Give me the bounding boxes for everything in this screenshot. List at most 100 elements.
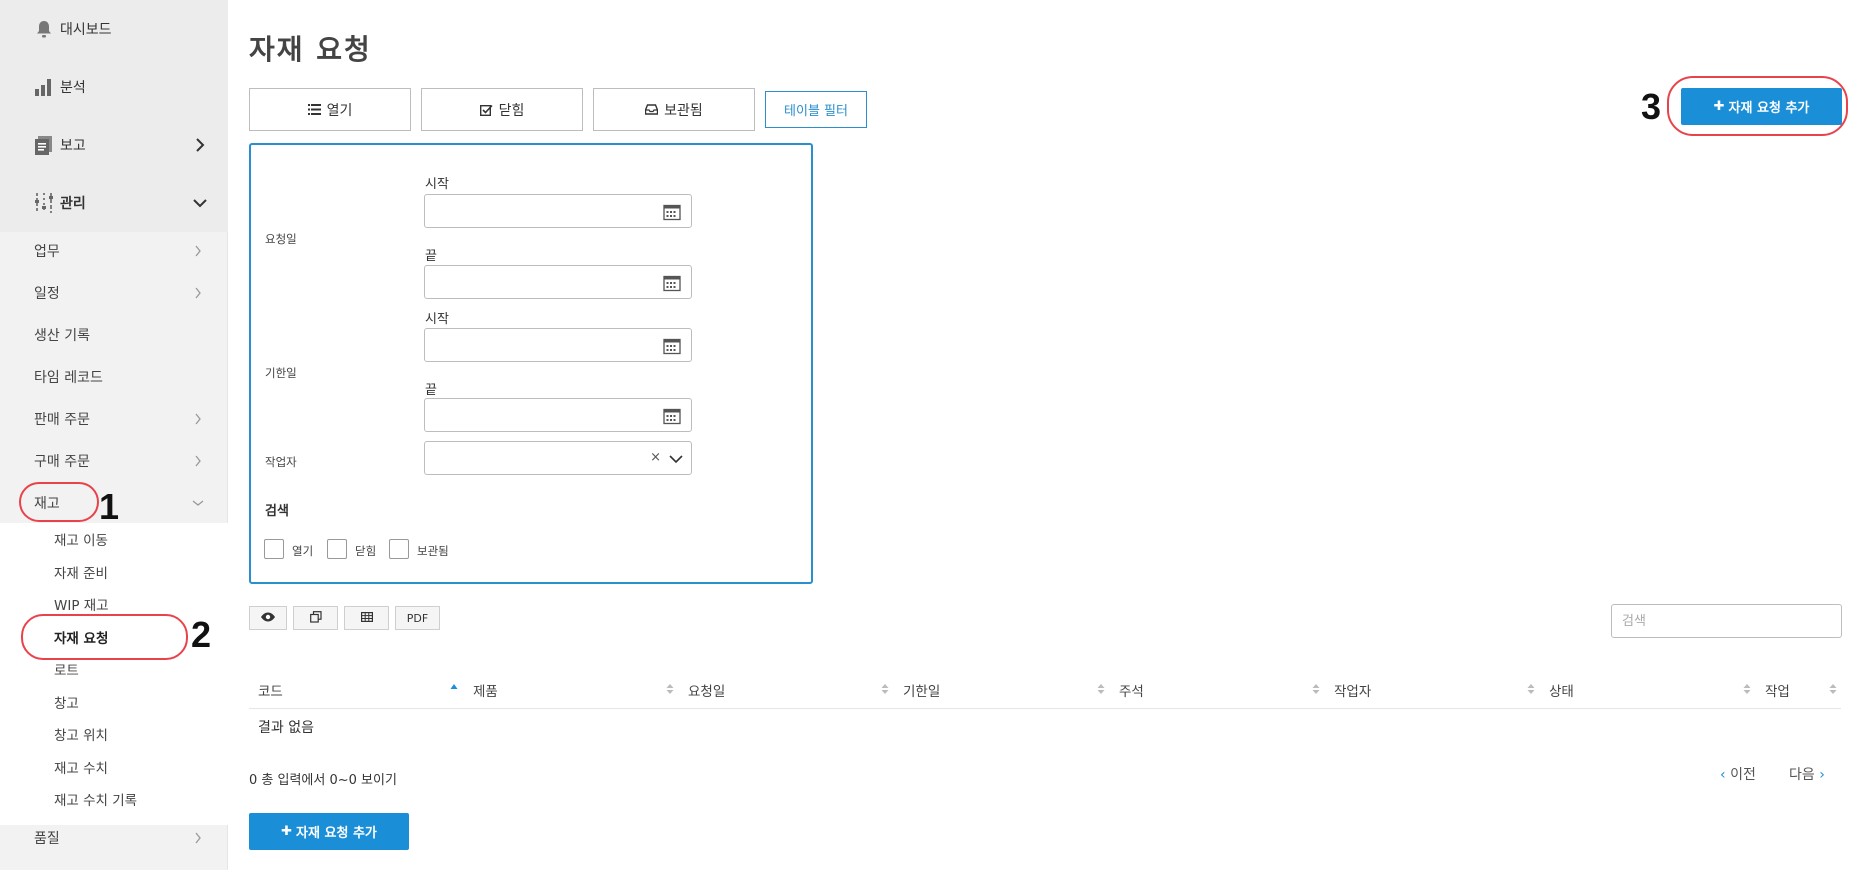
copy-button[interactable] (293, 606, 338, 630)
table-filter-button[interactable]: 테이블 필터 (765, 91, 867, 128)
sidebar-subitem-label: WIP 재고 (54, 598, 109, 614)
column-header-actions[interactable]: 작업 (1765, 680, 1790, 700)
button-label: 자재 요청 추가 (1728, 101, 1810, 116)
chevron-right-icon: › (1819, 767, 1825, 783)
sidebar-subitem-material-prep[interactable]: 자재 준비 (0, 556, 228, 588)
tab-label: 열기 (326, 102, 353, 119)
tab-label: 보관됨 (664, 102, 703, 119)
column-header-product[interactable]: 제품 (473, 680, 498, 700)
sidebar-item-schedule[interactable]: 일정 (0, 274, 228, 312)
sidebar-item-production-record[interactable]: 생산 기록 (0, 316, 228, 354)
add-material-request-button[interactable]: ✚ 자재 요청 추가 (1681, 88, 1842, 125)
annotation-number: 1 (99, 486, 120, 527)
sort-icon (1527, 684, 1535, 694)
sidebar-item-quality[interactable]: 품질 (0, 819, 228, 857)
column-visibility-button[interactable] (249, 606, 287, 630)
status-open-checkbox[interactable] (264, 539, 284, 559)
button-label: 자재 요청 추가 (296, 826, 377, 841)
clear-icon[interactable]: × (650, 450, 661, 465)
table-icon (360, 611, 373, 625)
request-date-start-input[interactable] (424, 194, 692, 228)
sidebar-item-label: 업무 (34, 244, 60, 260)
sort-asc-icon (450, 684, 458, 689)
status-archived-checkbox[interactable] (389, 539, 409, 559)
calendar-icon (663, 338, 681, 355)
calendar-icon (663, 408, 681, 425)
chevron-right-icon (192, 455, 204, 467)
page-title: 자재 요청 (249, 33, 372, 66)
bar-chart-icon (33, 76, 55, 98)
sort-icon (1097, 684, 1105, 694)
eye-icon (260, 612, 276, 625)
table-divider (249, 708, 1841, 709)
sidebar-item-time-record[interactable]: 타임 레코드 (0, 358, 228, 396)
sidebar-item-work[interactable]: 업무 (0, 232, 228, 270)
column-header-status[interactable]: 상태 (1549, 680, 1574, 700)
excel-export-button[interactable] (344, 606, 389, 630)
chevron-right-icon (192, 413, 204, 425)
chevron-left-icon: ‹ (1720, 767, 1726, 783)
chevron-right-icon (192, 832, 204, 844)
pagination-prev[interactable]: ‹ 이전 (1720, 764, 1756, 784)
plus-icon: ✚ (1713, 99, 1725, 114)
checkbox-label: 닫힘 (355, 544, 377, 558)
sidebar-subitem-label: 창고 위치 (54, 728, 108, 744)
end-label: 끝 (425, 383, 437, 398)
pdf-export-button[interactable]: PDF (395, 606, 440, 630)
sidebar-subitem-warehouse-location[interactable]: 창고 위치 (0, 718, 228, 750)
sidebar-item-label: 생산 기록 (34, 328, 90, 344)
sort-icon (666, 684, 674, 694)
sidebar-item-analysis[interactable]: 분석 (0, 58, 228, 116)
pagination-label: 이전 (1730, 767, 1756, 783)
table-search-input[interactable] (1611, 604, 1842, 638)
tab-open[interactable]: 열기 (249, 88, 411, 131)
sidebar-subitem-label: 로트 (54, 663, 79, 679)
calendar-icon (663, 204, 681, 221)
sidebar-item-management[interactable]: 관리 (0, 174, 228, 232)
request-date-end-input[interactable] (424, 265, 692, 299)
sidebar-item-label: 품질 (34, 831, 60, 847)
sidebar-item-purchase-order[interactable]: 구매 주문 (0, 442, 228, 480)
sidebar-subitem-stock-count[interactable]: 재고 수치 (0, 751, 228, 783)
column-header-notes[interactable]: 주석 (1119, 680, 1144, 700)
sidebar-item-dashboard[interactable]: 대시보드 (0, 0, 228, 58)
sidebar-item-label: 대시보드 (60, 22, 112, 38)
tab-closed[interactable]: 닫힘 (421, 88, 583, 131)
add-material-request-bottom-button[interactable]: ✚ 자재 요청 추가 (249, 813, 409, 850)
column-header-due-date[interactable]: 기한일 (903, 680, 940, 700)
sidebar-subitem-stock-count-history[interactable]: 재고 수치 기록 (0, 783, 228, 815)
sidebar-subitem-label: 자재 준비 (54, 566, 108, 582)
sliders-icon (33, 192, 55, 214)
annotation-number: 2 (191, 614, 212, 655)
sidebar-item-label: 타임 레코드 (34, 370, 103, 386)
chevron-right-icon (192, 287, 204, 299)
pagination-next[interactable]: 다음 › (1789, 764, 1825, 784)
plus-icon: ✚ (281, 824, 293, 839)
column-header-code[interactable]: 코드 (258, 680, 283, 700)
sort-icon (1743, 684, 1751, 694)
sidebar-subitem-label: 재고 이동 (54, 533, 108, 549)
empty-table-message: 결과 없음 (258, 720, 314, 736)
sidebar-item-report[interactable]: 보고 (0, 116, 228, 174)
tab-archived[interactable]: 보관됨 (593, 88, 755, 131)
due-date-end-input[interactable] (424, 398, 692, 432)
status-closed-checkbox[interactable] (327, 539, 347, 559)
table-info: 0 총 입력에서 0~0 보이기 (249, 773, 397, 788)
column-header-worker[interactable]: 작업자 (1334, 680, 1371, 700)
column-header-request-date[interactable]: 요청일 (688, 680, 725, 700)
start-label: 시작 (425, 312, 449, 327)
start-label: 시작 (425, 177, 449, 192)
inbox-icon (645, 104, 659, 115)
checkbox-label: 열기 (292, 544, 314, 558)
due-date-start-input[interactable] (424, 328, 692, 362)
check-square-icon (479, 104, 493, 116)
worker-select[interactable]: × (424, 441, 692, 475)
sort-icon (1829, 684, 1837, 694)
sidebar-item-sales-order[interactable]: 판매 주문 (0, 400, 228, 438)
sidebar-item-label: 보고 (60, 138, 86, 154)
sidebar: 대시보드 분석 보고 관리 업무 일정 생산 기록 타임 레코드 판매 주문 구… (0, 0, 228, 870)
sidebar-item-label: 일정 (34, 286, 60, 302)
sidebar-subitem-warehouse[interactable]: 창고 (0, 686, 228, 718)
sidebar-item-label: 구매 주문 (34, 454, 90, 470)
bell-icon (33, 18, 55, 40)
